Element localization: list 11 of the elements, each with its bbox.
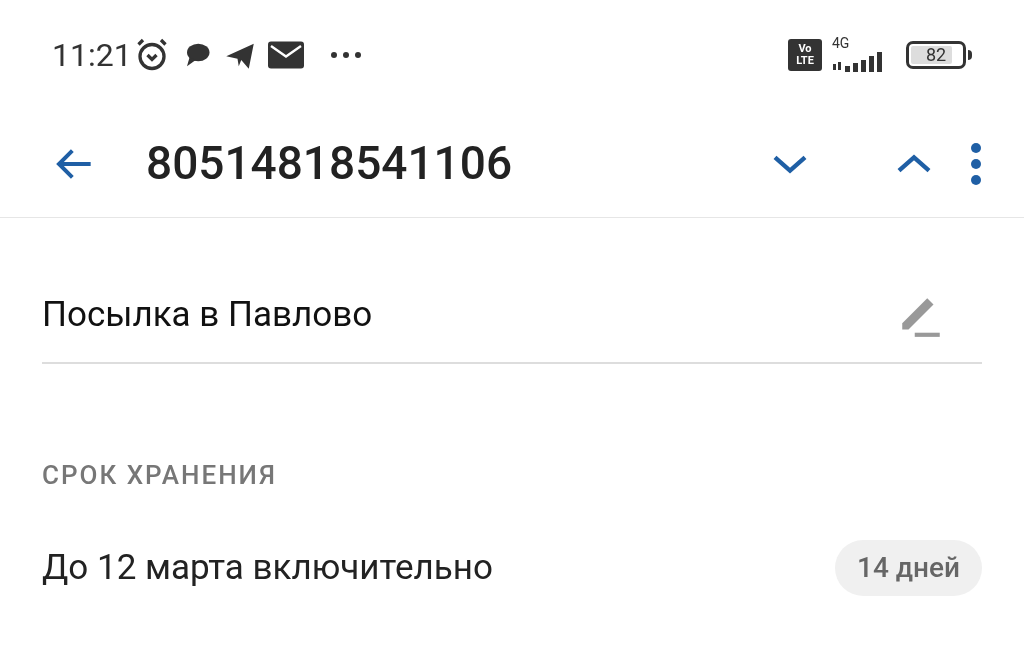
- mail-icon: [267, 41, 304, 69]
- parcel-name-field[interactable]: Посылка в Павлово: [42, 268, 982, 364]
- storage-label: СРОК ХРАНЕНИЯ: [42, 462, 278, 488]
- battery-level-text: 82: [924, 44, 948, 66]
- parcel-number-title: 80514818541106: [146, 135, 514, 192]
- status-time: 11:21: [52, 39, 132, 71]
- network-label: 4G: [832, 36, 850, 50]
- storage-deadline-text: До 12 марта включительно: [42, 545, 493, 590]
- more-dots-icon: [329, 51, 362, 59]
- volte-badge: Vo LTE: [788, 39, 822, 71]
- days-left-badge: 14 дней: [835, 540, 982, 596]
